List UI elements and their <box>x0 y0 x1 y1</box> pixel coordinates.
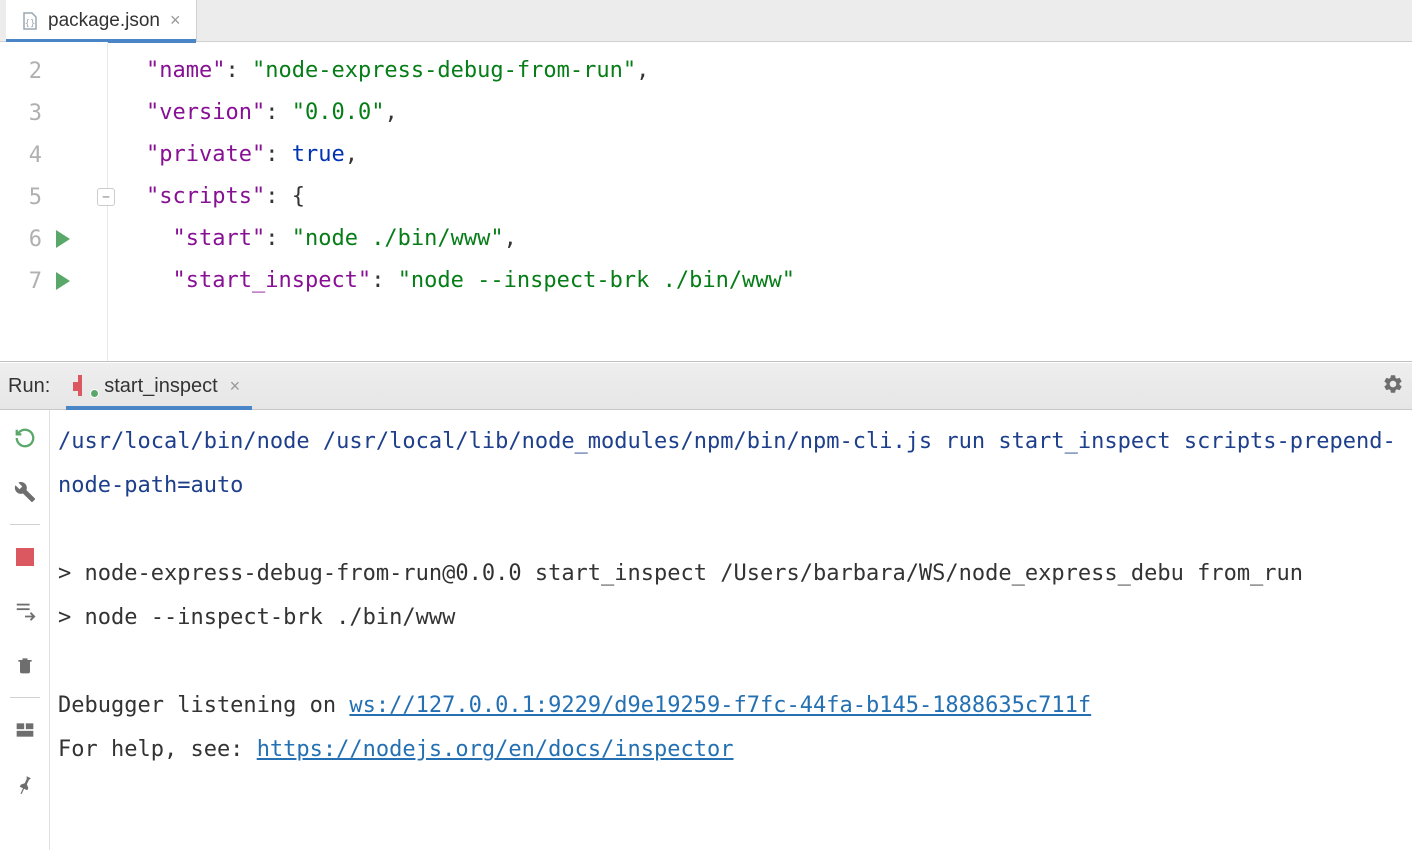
run-tab-label: start_inspect <box>104 375 217 398</box>
wrench-icon[interactable] <box>11 478 39 506</box>
run-label: Run: <box>8 375 50 398</box>
tab-filename: package.json <box>48 10 160 32</box>
code-editor[interactable]: "name": "node-express-debug-from-run", "… <box>108 42 1412 361</box>
json-string: "0.0.0" <box>292 100 385 125</box>
json-key: "private" <box>146 142 265 167</box>
scroll-to-end-icon[interactable] <box>11 597 39 625</box>
json-brace: { <box>292 184 305 209</box>
json-key: "start_inspect" <box>173 268 372 293</box>
console-command: /usr/local/bin/node /usr/local/lib/node_… <box>58 429 1396 498</box>
gutter-line[interactable]: 7 <box>0 260 107 302</box>
gear-icon[interactable] <box>1382 373 1404 400</box>
json-bool: true <box>292 142 345 167</box>
run-script-icon[interactable] <box>56 272 70 290</box>
fold-icon[interactable]: − <box>97 188 115 206</box>
npm-run-config-icon <box>78 377 96 395</box>
json-file-icon: {} <box>20 11 40 31</box>
run-script-icon[interactable] <box>56 230 70 248</box>
layout-icon[interactable] <box>11 716 39 744</box>
rerun-button[interactable] <box>11 424 39 452</box>
stop-button[interactable] <box>11 543 39 571</box>
console-line: For help, see: <box>58 737 257 762</box>
line-number: 5 <box>12 185 42 210</box>
pin-icon[interactable] <box>11 770 39 798</box>
json-string: "node ./bin/www" <box>292 226 504 251</box>
gutter-line[interactable]: 3 <box>0 92 107 134</box>
close-icon[interactable]: × <box>168 10 183 31</box>
line-number: 2 <box>12 59 42 84</box>
toolbar-divider <box>10 697 40 698</box>
svg-text:{}: {} <box>25 19 36 29</box>
run-tab-start-inspect[interactable]: start_inspect × <box>66 363 252 409</box>
editor-gutter: 2 3 4 5 − 6 7 <box>0 42 108 361</box>
gutter-line[interactable]: 2 <box>0 50 107 92</box>
editor-tab-package-json[interactable]: {} package.json × <box>6 0 197 41</box>
trash-icon[interactable] <box>11 651 39 679</box>
editor-tab-bar: {} package.json × <box>0 0 1412 42</box>
json-key: "start" <box>173 226 266 251</box>
run-toolbar <box>0 410 50 850</box>
help-link[interactable]: https://nodejs.org/en/docs/inspector <box>257 737 734 762</box>
console-line: > node --inspect-brk ./bin/www <box>58 605 455 630</box>
debugger-ws-link[interactable]: ws://127.0.0.1:9229/d9e19259-f7fc-44fa-b… <box>349 693 1091 718</box>
close-icon[interactable]: × <box>230 376 241 397</box>
gutter-line[interactable]: 4 <box>0 134 107 176</box>
gutter-line[interactable]: 5 − <box>0 176 107 218</box>
gutter-line[interactable]: 6 <box>0 218 107 260</box>
json-string: "node --inspect-brk ./bin/www" <box>398 268 795 293</box>
line-number: 3 <box>12 101 42 126</box>
json-key: "version" <box>146 100 265 125</box>
console-line: Debugger listening on <box>58 693 349 718</box>
line-number: 7 <box>12 269 42 294</box>
json-key: "name" <box>146 58 225 83</box>
run-panel-header: Run: start_inspect × <box>0 362 1412 410</box>
line-number: 6 <box>12 227 42 252</box>
json-string: "node-express-debug-from-run" <box>252 58 636 83</box>
toolbar-divider <box>10 524 40 525</box>
editor-body: 2 3 4 5 − 6 7 "name": "node-express-debu… <box>0 42 1412 361</box>
run-panel-body: /usr/local/bin/node /usr/local/lib/node_… <box>0 410 1412 850</box>
console-output[interactable]: /usr/local/bin/node /usr/local/lib/node_… <box>50 410 1412 850</box>
json-key: "scripts" <box>146 184 265 209</box>
console-line: > node-express-debug-from-run@0.0.0 star… <box>58 561 1303 586</box>
line-number: 4 <box>12 143 42 168</box>
run-tool-window: Run: start_inspect × <box>0 361 1412 850</box>
